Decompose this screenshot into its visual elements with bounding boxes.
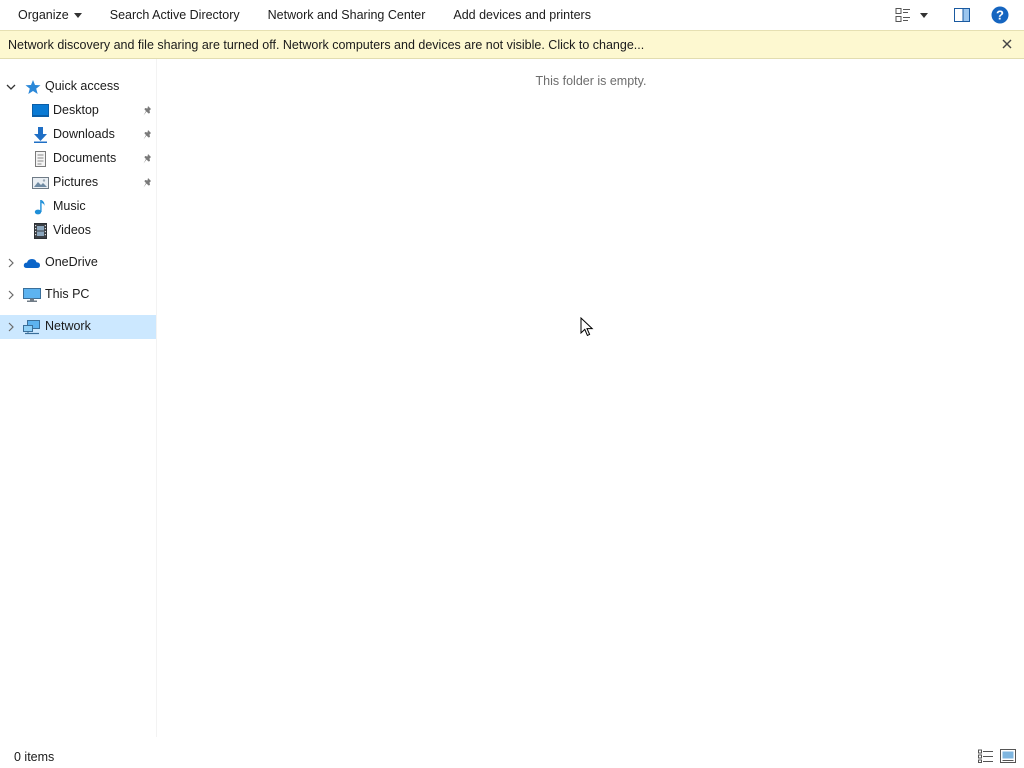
network-icon <box>23 320 40 335</box>
nav-label-downloads: Downloads <box>53 127 115 141</box>
svg-text:?: ? <box>996 8 1004 23</box>
close-icon[interactable] <box>1000 37 1014 51</box>
nav-item-onedrive[interactable]: OneDrive <box>0 251 156 275</box>
onedrive-icon <box>23 259 40 268</box>
nav-item-pictures[interactable]: Pictures <box>0 171 156 195</box>
infobar-message: Network discovery and file sharing are t… <box>8 37 645 52</box>
search-active-directory-label: Search Active Directory <box>109 8 240 22</box>
nav-item-videos[interactable]: Videos <box>0 219 156 243</box>
nav-item-documents[interactable]: Documents <box>0 147 156 171</box>
add-devices-printers-button[interactable]: Add devices and printers <box>439 0 605 30</box>
network-sharing-center-label: Network and Sharing Center <box>267 8 426 22</box>
empty-folder-message: This folder is empty. <box>535 74 647 88</box>
chevron-right-icon[interactable] <box>6 290 16 300</box>
organize-button[interactable]: Organize <box>0 0 96 30</box>
nav-label-videos: Videos <box>53 223 91 237</box>
toolbar-right-group: ? <box>892 0 1024 30</box>
help-button[interactable]: ? <box>990 0 1010 30</box>
details-view-icon <box>895 8 910 22</box>
item-count: 0 items <box>14 750 55 764</box>
change-view-button[interactable] <box>892 0 914 30</box>
navigation-pane: Quick access Desktop Downloads Documents… <box>0 59 157 737</box>
nav-item-network[interactable]: Network <box>0 315 156 339</box>
chevron-right-icon[interactable] <box>6 258 16 268</box>
pin-icon[interactable] <box>142 177 154 189</box>
pin-icon[interactable] <box>142 105 154 117</box>
chevron-right-icon[interactable] <box>6 322 16 332</box>
nav-item-downloads[interactable]: Downloads <box>0 123 156 147</box>
nav-item-quick-access[interactable]: Quick access <box>0 75 156 99</box>
pin-icon[interactable] <box>142 153 154 165</box>
nav-label-this-pc: This PC <box>45 287 90 301</box>
pictures-icon <box>32 177 49 189</box>
network-sharing-center-button[interactable]: Network and Sharing Center <box>254 0 440 30</box>
star-icon <box>25 80 41 94</box>
nav-label-network: Network <box>45 319 91 333</box>
command-bar: Organize Search Active Directory Network… <box>0 0 1024 30</box>
videos-icon <box>34 223 47 239</box>
nav-label-documents: Documents <box>53 151 117 165</box>
add-devices-printers-label: Add devices and printers <box>453 8 591 22</box>
nav-item-this-pc[interactable]: This PC <box>0 283 156 307</box>
nav-label-pictures: Pictures <box>53 175 99 189</box>
nav-label-desktop: Desktop <box>53 103 99 117</box>
preview-pane-button[interactable] <box>950 0 974 30</box>
details-view-icon[interactable] <box>978 749 994 763</box>
status-bar: 0 items <box>0 737 1024 768</box>
large-icons-view-icon[interactable] <box>1000 749 1016 763</box>
pin-icon[interactable] <box>142 129 154 141</box>
search-active-directory-button[interactable]: Search Active Directory <box>96 0 254 30</box>
chevron-down-icon <box>73 13 82 18</box>
file-list-pane[interactable]: This folder is empty. <box>158 59 1024 737</box>
desktop-icon <box>32 104 49 117</box>
downloads-icon <box>34 127 47 143</box>
music-icon <box>34 200 45 215</box>
preview-pane-icon <box>954 8 970 22</box>
nav-item-desktop[interactable]: Desktop <box>0 99 156 123</box>
chevron-down-icon <box>920 13 928 18</box>
organize-label: Organize <box>18 8 69 22</box>
chevron-down-icon[interactable] <box>6 82 16 92</box>
computer-icon <box>23 288 41 302</box>
help-icon: ? <box>991 6 1009 24</box>
nav-item-music[interactable]: Music <box>0 195 156 219</box>
nav-label-music: Music <box>53 199 86 213</box>
nav-label-onedrive: OneDrive <box>45 255 98 269</box>
nav-label-quick-access: Quick access <box>45 79 120 93</box>
view-options-dropdown[interactable] <box>914 0 934 30</box>
documents-icon <box>35 151 46 167</box>
network-discovery-infobar[interactable]: Network discovery and file sharing are t… <box>0 30 1024 59</box>
